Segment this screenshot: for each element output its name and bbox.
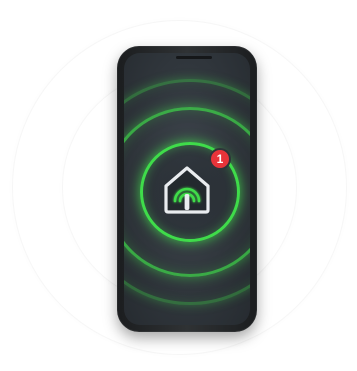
phone-screen: 1 xyxy=(124,53,250,325)
illustration-canvas: 1 xyxy=(0,0,357,371)
notification-badge: 1 xyxy=(209,148,231,170)
home-wifi-icon[interactable] xyxy=(160,162,214,216)
smartphone: 1 xyxy=(117,46,257,332)
phone-speaker xyxy=(176,56,212,59)
